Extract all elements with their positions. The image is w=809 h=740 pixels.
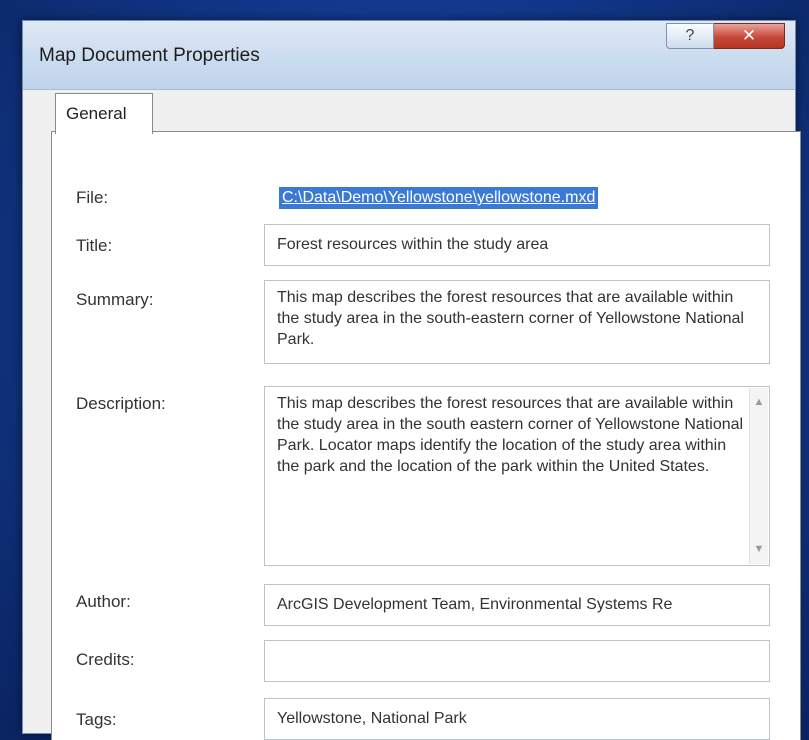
close-button[interactable]: ✕ <box>714 23 785 49</box>
tags-field[interactable]: Yellowstone, National Park <box>264 698 770 740</box>
help-button[interactable]: ? <box>666 23 714 49</box>
title-field[interactable]: Forest resources within the study area <box>264 224 770 266</box>
window-controls: ? ✕ <box>666 23 785 49</box>
title-bar[interactable]: Map Document Properties ? ✕ <box>23 21 795 90</box>
title-label: Title: <box>76 236 113 255</box>
file-label: File: <box>76 188 109 207</box>
tags-label: Tags: <box>76 710 117 729</box>
tags-field-value: Yellowstone, National Park <box>277 710 467 727</box>
summary-field-value: This map describes the forest resources … <box>277 289 744 348</box>
scroll-down-icon[interactable]: ▼ <box>750 539 768 560</box>
author-field[interactable]: ArcGIS Development Team, Environmental S… <box>264 584 770 626</box>
map-document-properties-dialog: Map Document Properties ? ✕ General File… <box>22 20 801 740</box>
summary-label: Summary: <box>76 290 154 309</box>
credits-field[interactable] <box>264 640 770 682</box>
file-path-value[interactable]: C:\Data\Demo\Yellowstone\yellowstone.mxd <box>279 187 599 209</box>
credits-label: Credits: <box>76 650 135 669</box>
tab-general[interactable]: General <box>55 93 153 134</box>
description-field[interactable]: This map describes the forest resources … <box>264 386 770 566</box>
scroll-up-icon[interactable]: ▲ <box>750 392 768 413</box>
description-field-value: This map describes the forest resources … <box>277 395 744 475</box>
window-title: Map Document Properties <box>39 45 260 66</box>
description-scrollbar[interactable]: ▲ ▼ <box>749 388 768 564</box>
tab-general-label: General <box>66 104 127 123</box>
close-icon: ✕ <box>741 26 757 45</box>
general-tab-panel: File: C:\Data\Demo\Yellowstone\yellowsto… <box>51 131 801 740</box>
description-label: Description: <box>76 394 166 413</box>
help-icon: ? <box>685 27 695 44</box>
title-field-value: Forest resources within the study area <box>277 236 549 253</box>
desktop-background: Map Document Properties ? ✕ General File… <box>0 0 809 740</box>
summary-field[interactable]: This map describes the forest resources … <box>264 280 770 364</box>
author-field-value: ArcGIS Development Team, Environmental S… <box>277 596 673 613</box>
author-label: Author: <box>76 592 131 611</box>
